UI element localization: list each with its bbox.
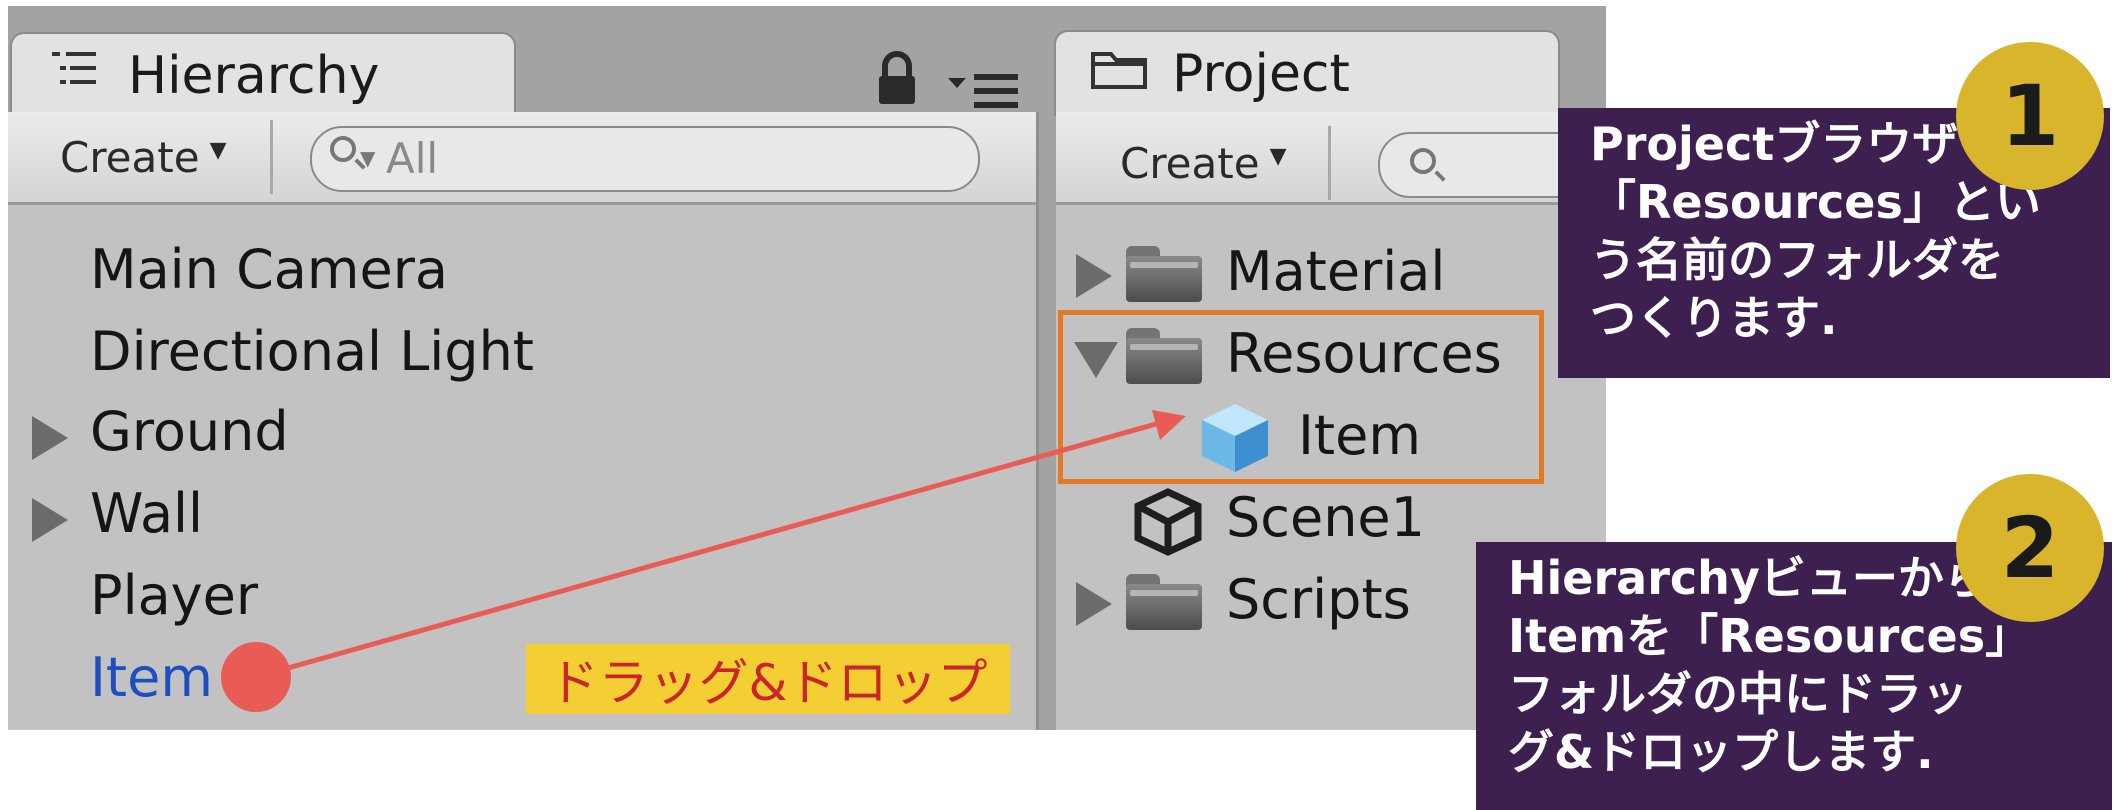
step2-line: フォルダの中にドラッ <box>1508 666 1968 721</box>
drag-and-drop-label: ドラッグ&ドロップ <box>526 644 1010 714</box>
step1-number-badge: 1 <box>1956 42 2104 190</box>
step1-line: つくります. <box>1590 290 1838 345</box>
step2-line: グ&ドロップします. <box>1508 724 1934 779</box>
step2-number-badge: 2 <box>1956 474 2104 622</box>
step1-line: う名前のフォルダを <box>1590 232 2004 287</box>
